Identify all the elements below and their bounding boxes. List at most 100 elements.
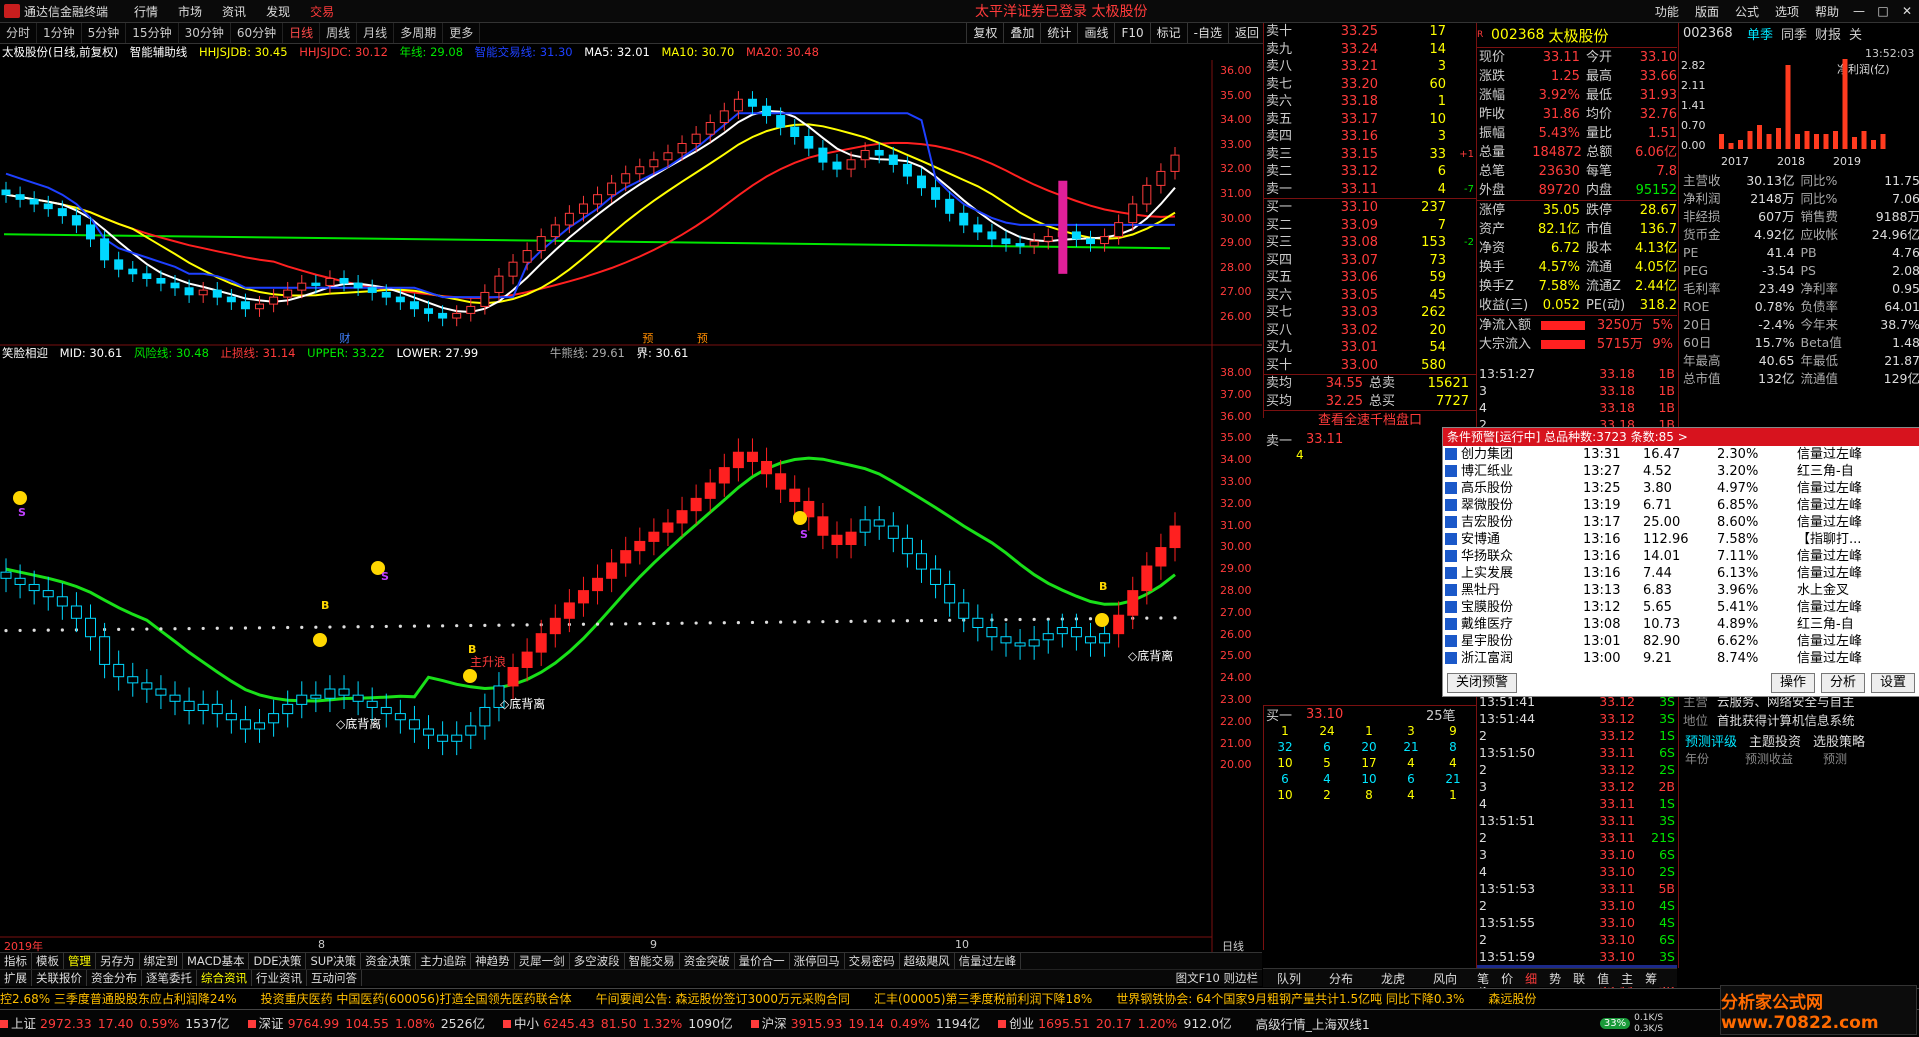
sub-candle[interactable]	[254, 722, 266, 730]
candle[interactable]	[297, 282, 307, 291]
event-marker[interactable]: 预	[697, 332, 708, 345]
candle[interactable]	[677, 142, 687, 154]
sub-candle[interactable]	[1084, 636, 1096, 644]
buy-level-row[interactable]: 买八 33.02 20	[1264, 322, 1476, 340]
alert-item[interactable]: 博汇纸业 13:27 4.52 3.20% 红三角-自	[1443, 463, 1919, 480]
buy-level-row[interactable]: 买三 33.08 153 -2	[1264, 234, 1476, 252]
sub-candle[interactable]	[451, 734, 463, 742]
candle[interactable]	[325, 277, 335, 286]
alert-item[interactable]: 华扬联众 13:16 14.01 7.11% 信量过左峰	[1443, 548, 1919, 565]
info-tab[interactable]: 关联报价	[32, 970, 87, 986]
candle[interactable]	[790, 126, 800, 137]
sub-candle[interactable]	[1014, 642, 1026, 647]
sub-candle[interactable]	[1155, 547, 1167, 567]
tool-f10[interactable]: F10	[1114, 23, 1149, 43]
kline-chart[interactable]: 财预预SSSBBB◇底背离◇底背离◇底背离主升浪	[0, 60, 1262, 952]
info-tab[interactable]: 综合资讯	[197, 970, 252, 986]
sub-candle[interactable]	[1000, 636, 1012, 644]
candle[interactable]	[15, 194, 25, 200]
buy-level-row[interactable]: 买六 33.05 45	[1264, 287, 1476, 305]
sub-candle[interactable]	[887, 525, 899, 539]
sub-candle[interactable]	[169, 694, 181, 702]
period-daily[interactable]: 日线	[283, 23, 321, 43]
sub-candle[interactable]	[225, 713, 237, 721]
alert-item[interactable]: 宝膜股份 13:12 5.65 5.41% 信量过左峰	[1443, 599, 1919, 616]
candle[interactable]	[283, 289, 293, 298]
buy-level-row[interactable]: 买四 33.07 73	[1264, 252, 1476, 270]
sub-candle[interactable]	[14, 577, 26, 585]
tick-row[interactable]: 2 33.12 1S	[1477, 727, 1677, 744]
indicator-tab[interactable]: 超级飓风	[900, 953, 955, 969]
analyze-button[interactable]: 分析	[1820, 673, 1865, 693]
sub-candle[interactable]	[1042, 633, 1054, 641]
candle[interactable]	[973, 224, 983, 233]
tab-detail[interactable]: 细	[1519, 970, 1543, 987]
tab-dragon[interactable]: 龙虎	[1367, 970, 1419, 987]
candle[interactable]	[705, 122, 715, 135]
buy-level-row[interactable]: 买一 33.10 237	[1264, 199, 1476, 217]
candle[interactable]	[128, 268, 138, 275]
sub-candle[interactable]	[986, 627, 998, 638]
sub-candle[interactable]	[211, 703, 223, 715]
sub-candle[interactable]	[113, 663, 125, 678]
indicator-tab[interactable]: 指标	[0, 953, 32, 969]
candle[interactable]	[1001, 238, 1011, 245]
sub-candle[interactable]	[1099, 633, 1111, 644]
close-icon[interactable]: ✕	[1895, 0, 1919, 22]
tick-row[interactable]: 2 33.11 21S	[1477, 829, 1677, 846]
sub-candle[interactable]	[1113, 614, 1125, 635]
tab-main[interactable]: 主	[1615, 970, 1639, 987]
candle[interactable]	[522, 250, 532, 263]
alert-item[interactable]: 上实发展 13:16 7.44 6.13% 信量过左峰	[1443, 565, 1919, 582]
candle[interactable]	[888, 154, 898, 165]
indicator-tab[interactable]: 管理	[64, 953, 96, 969]
candle[interactable]	[1142, 184, 1152, 205]
menu-trade[interactable]: 交易	[300, 3, 344, 20]
info-tab[interactable]: 行业资讯	[252, 970, 307, 986]
tick-row[interactable]: 4 33.18 1B	[1477, 399, 1677, 416]
index-quote[interactable]: 深证 9764.99 104.55 1.08% 2526亿	[247, 1011, 485, 1037]
sub-candle[interactable]	[676, 510, 688, 524]
sub-candle[interactable]	[958, 602, 970, 619]
sub-candle[interactable]	[99, 636, 111, 665]
sub-candle[interactable]	[761, 460, 773, 475]
sub-candle[interactable]	[577, 590, 589, 604]
link-theme[interactable]: 主题投资	[1743, 731, 1807, 750]
candle[interactable]	[170, 282, 180, 289]
tick-row[interactable]: 3 33.10 6S	[1477, 846, 1677, 863]
buy-level-row[interactable]: 买二 33.09 7	[1264, 217, 1476, 235]
candle[interactable]	[452, 312, 462, 319]
tick-row[interactable]: 4 33.11 1S	[1477, 795, 1677, 812]
sub-candle[interactable]	[183, 700, 195, 712]
indicator-tab[interactable]: 资金决策	[361, 953, 417, 969]
sub-candle[interactable]	[845, 531, 857, 545]
f10-tab-same[interactable]: 同季	[1777, 24, 1811, 43]
sub-candle[interactable]	[817, 516, 829, 536]
menu-formula[interactable]: 公式	[1727, 3, 1767, 20]
sell-level-row[interactable]: 卖二 33.12 6	[1264, 163, 1476, 181]
candle[interactable]	[269, 296, 279, 305]
sub-candle[interactable]	[930, 568, 942, 585]
indicator-tab[interactable]: MACD基本	[183, 953, 250, 969]
sub-candle[interactable]	[296, 694, 308, 705]
settings-button[interactable]: 设置	[1870, 673, 1915, 693]
candle[interactable]	[156, 277, 166, 284]
tab-queue[interactable]: 队列	[1263, 970, 1315, 987]
alert-item[interactable]: 翠微股份 13:19 6.71 6.85% 信量过左峰	[1443, 497, 1919, 514]
candle[interactable]	[1114, 222, 1124, 238]
candle[interactable]	[353, 282, 363, 289]
alert-item[interactable]: 黑牡丹 13:13 6.83 3.96% 水上金叉	[1443, 582, 1919, 599]
tick-row[interactable]: 3 33.18 1B	[1477, 382, 1677, 399]
tick-row[interactable]: 13:51:53 33.11 5B	[1477, 880, 1677, 897]
candle[interactable]	[860, 149, 870, 161]
index-quote[interactable]: 中小 6245.43 81.50 1.32% 1090亿	[503, 1011, 733, 1037]
f10-tab-quarter[interactable]: 单季	[1743, 24, 1777, 43]
f10-sidebar-toggle[interactable]: 图文F10 则边栏	[1172, 970, 1262, 986]
tick-row[interactable]: 13:51:27 33.18 1B	[1477, 365, 1677, 382]
candle[interactable]	[114, 259, 124, 270]
candle[interactable]	[184, 287, 194, 296]
sub-candle[interactable]	[563, 602, 575, 619]
candle[interactable]	[1085, 238, 1095, 245]
tick-row[interactable]: 4 33.10 2S	[1477, 863, 1677, 880]
candle[interactable]	[480, 291, 490, 307]
